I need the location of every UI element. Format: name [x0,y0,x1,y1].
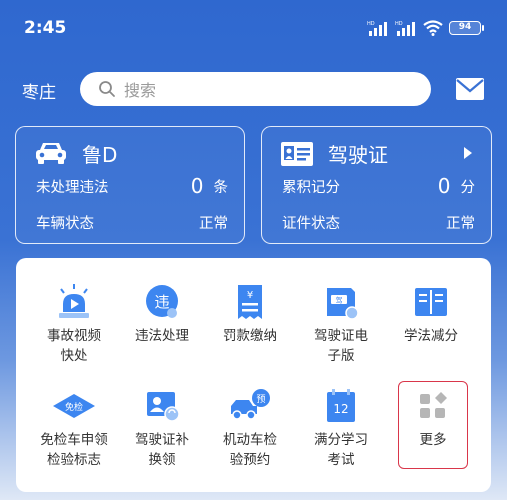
license-status-label: 证件状态 [282,215,340,232]
car-icon [36,143,66,164]
book-icon [415,288,447,316]
header-bar: 枣庄 搜索 [0,72,507,108]
wifi-icon [423,20,443,36]
inspection-booking-icon: 预 [231,389,270,420]
service-label: 违法处理 [135,328,189,344]
calendar-exam-icon: 12 [327,389,355,422]
vehicle-plate: 鲁D [82,143,118,167]
service-label: 学法减分 [404,328,458,344]
service-full-score-exam[interactable]: 12 满分学习 考试 [298,386,384,470]
service-label: 驾驶证补 换领 [135,432,189,468]
svg-text:HD: HD [367,21,375,27]
license-status-row: 证件状态 正常 [282,211,475,233]
service-label: 罚款缴纳 [223,328,277,344]
more-grid-icon [420,392,447,418]
points-count: 0 [437,174,451,198]
arrow-right-icon[interactable] [463,146,473,160]
svg-text:12: 12 [333,402,348,416]
svg-text:预: 预 [256,394,265,405]
service-label: 更多 [419,432,447,448]
vehicle-status-row: 车辆状态 正常 [36,211,228,233]
service-inspection-booking[interactable]: 预 机动车检 验预约 [207,386,293,470]
fine-receipt-icon: ¥ [238,285,262,319]
service-label: 免检车申领 检验标志 [40,432,108,468]
search-icon [99,81,115,97]
alarm-light-icon [59,284,89,318]
city-selector[interactable]: 枣庄 [22,78,56,103]
license-status-value: 正常 [446,215,475,232]
svg-text:驾: 驾 [336,296,343,305]
violation-icon: 违 [146,285,178,318]
license-card[interactable]: 驾驶证 累积记分 0 分 证件状态 正常 [261,126,492,244]
services-panel: 事故视频 快处 违 违法处理 ¥ 罚款缴纳 驾 驾驶证电 子版 学法减分 免检 … [16,258,491,492]
exemption-badge-icon: 免检 [53,394,95,418]
status-icons: HD HD 94 [367,20,484,36]
service-label: 满分学习 考试 [314,432,368,468]
battery-indicator: 94 [449,21,484,35]
service-more[interactable]: 更多 [390,386,476,450]
service-accident-video[interactable]: 事故视频 快处 [31,282,117,366]
vehicle-status-label: 车辆状态 [36,215,94,232]
status-time: 2:45 [24,18,67,38]
violations-unit: 条 [213,179,229,196]
signal-icon-2: HD [395,21,415,36]
service-e-license[interactable]: 驾 驾驶证电 子版 [298,282,384,366]
svg-text:免检: 免检 [65,401,83,413]
vehicle-status-value: 正常 [199,215,228,232]
points-row: 累积记分 0 分 [282,174,476,198]
vehicle-card[interactable]: 鲁D 未处理违法 0 条 车辆状态 正常 [15,126,245,244]
service-label: 事故视频 快处 [47,328,101,364]
service-study-deduct[interactable]: 学法减分 [388,282,474,346]
violations-row: 未处理违法 0 条 [36,174,229,198]
status-bar: 2:45 HD HD 94 [0,0,507,56]
signal-icon: HD [367,21,387,36]
svg-text:违: 违 [154,293,169,311]
service-label: 驾驶证电 子版 [314,328,368,364]
search-placeholder: 搜索 [124,81,157,100]
points-label: 累积记分 [282,179,340,196]
e-license-icon: 驾 [327,288,359,320]
service-fine-payment[interactable]: ¥ 罚款缴纳 [207,282,293,346]
license-title: 驾驶证 [328,143,388,167]
service-violation-handling[interactable]: 违 违法处理 [119,282,205,346]
svg-text:HD: HD [395,21,403,27]
violations-label: 未处理违法 [36,179,109,196]
service-license-renew[interactable]: 驾驶证补 换领 [119,386,205,470]
mail-icon[interactable] [455,77,485,101]
violations-count: 0 [190,174,204,198]
license-renew-icon [147,392,180,422]
svg-text:¥: ¥ [247,290,253,301]
service-label: 机动车检 验预约 [223,432,277,468]
points-unit: 分 [460,179,476,196]
search-input[interactable]: 搜索 [80,72,431,106]
license-id-icon [281,142,313,166]
service-exempt-inspection[interactable]: 免检 免检车申领 检验标志 [29,386,119,470]
